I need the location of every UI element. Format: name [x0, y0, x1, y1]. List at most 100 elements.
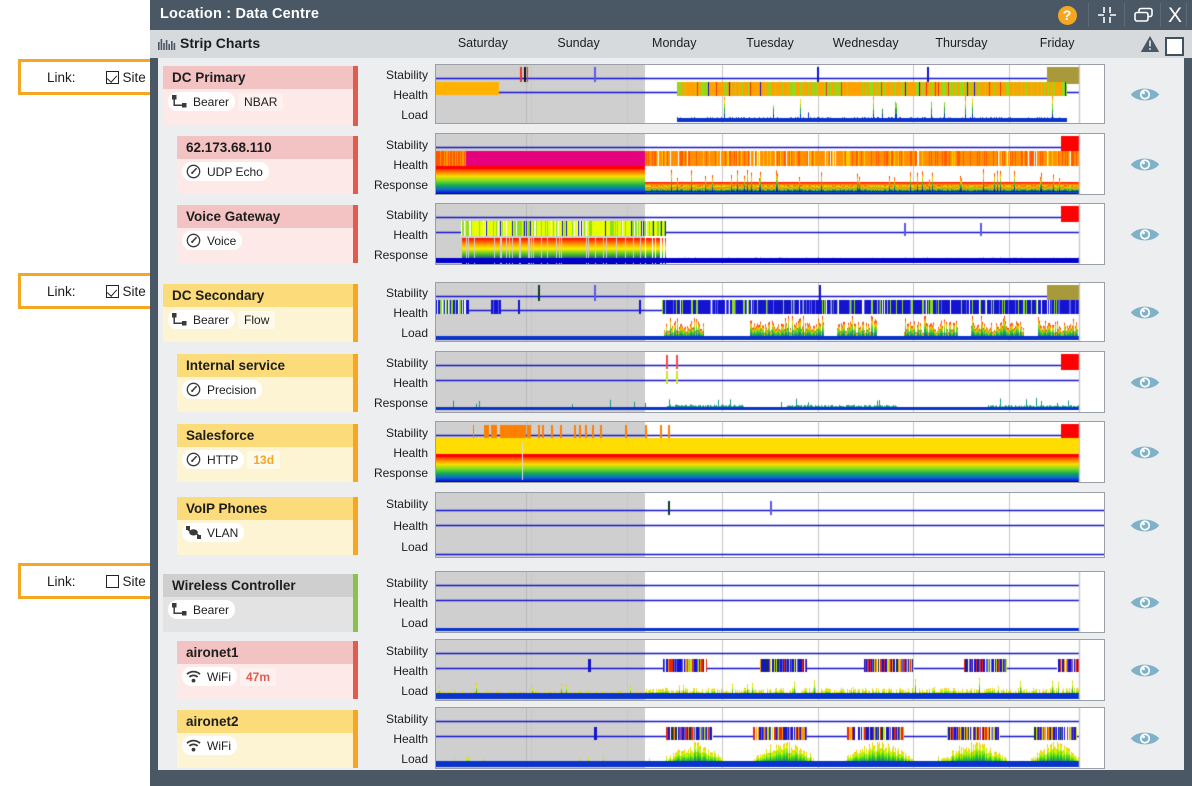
metric-label-stability: Stability — [353, 577, 428, 597]
row-tags: BearerNBAR — [163, 89, 353, 115]
row-name-cell[interactable]: SalesforceHTTP13d — [177, 424, 358, 482]
strip-chart-udp-echo[interactable] — [435, 133, 1105, 195]
visibility-eye-icon[interactable] — [1130, 374, 1160, 391]
visibility-eye-icon[interactable] — [1130, 156, 1160, 173]
row-title: aironet2 — [177, 710, 353, 733]
site-label: Site — [123, 70, 146, 85]
tag-voice[interactable]: Voice — [182, 231, 242, 250]
link-site-control-1[interactable]: Link:Site — [18, 59, 161, 95]
tag-bearer[interactable]: Bearer — [168, 92, 235, 111]
visibility-eye-icon[interactable] — [1130, 86, 1160, 103]
tag-wifi[interactable]: WiFi — [182, 736, 237, 755]
visibility-eye-icon[interactable] — [1130, 730, 1160, 747]
row-visibility-toggle[interactable] — [1130, 662, 1160, 684]
close-icon: X — [1168, 5, 1182, 26]
strip-chart-aironet1[interactable] — [435, 639, 1105, 701]
right-rail — [1184, 58, 1192, 786]
square-toggle-icon[interactable] — [1165, 37, 1184, 56]
strip-chart-row: DC PrimaryBearerNBARStabilityHealthLoad — [158, 66, 1184, 126]
link-site-control-2[interactable]: Link:Site — [18, 273, 161, 309]
tag-label: Bearer — [193, 603, 229, 617]
row-visibility-toggle[interactable] — [1130, 374, 1160, 396]
tag-47m[interactable]: 47m — [240, 668, 276, 686]
row-visibility-toggle[interactable] — [1130, 86, 1160, 108]
metric-labels: StabilityHealthLoad — [353, 69, 428, 128]
row-visibility-toggle[interactable] — [1130, 226, 1160, 248]
tag-nbar[interactable]: NBAR — [238, 93, 283, 111]
metric-label-health: Health — [353, 229, 428, 249]
row-name-cell[interactable]: 62.173.68.110 UDP Echo — [177, 136, 358, 194]
tag-bearer[interactable]: Bearer — [168, 310, 235, 329]
row-visibility-toggle[interactable] — [1130, 156, 1160, 178]
strip-chart-canvas — [436, 283, 1104, 341]
strip-chart-row: Internal servicePrecisionStabilityHealth… — [158, 354, 1184, 412]
left-rail — [150, 58, 158, 770]
metric-label-stability: Stability — [353, 713, 428, 733]
metric-labels: StabilityHealthResponse — [353, 427, 428, 488]
row-title: 62.173.68.110 — [177, 136, 353, 159]
row-name-cell[interactable]: DC SecondaryBearerFlow — [163, 284, 358, 342]
metric-labels: StabilityHealthResponse — [353, 139, 428, 200]
row-name-cell[interactable]: Internal servicePrecision — [177, 354, 358, 412]
tag-wifi[interactable]: WiFi — [182, 667, 237, 686]
row-visibility-toggle[interactable] — [1130, 444, 1160, 466]
close-button[interactable]: X — [1158, 2, 1192, 28]
tag-udp-echo[interactable]: UDP Echo — [182, 162, 269, 181]
visibility-eye-icon[interactable] — [1130, 517, 1160, 534]
restore-button[interactable] — [1126, 2, 1160, 28]
row-title: DC Primary — [163, 66, 353, 89]
visibility-eye-icon[interactable] — [1130, 304, 1160, 321]
site-checkbox[interactable] — [106, 285, 119, 298]
metric-label-health: Health — [353, 520, 428, 542]
site-checkbox[interactable] — [106, 71, 119, 84]
gauge-icon — [185, 233, 202, 248]
link-site-control-3[interactable]: Link:Site — [18, 563, 161, 599]
site-checkbox[interactable] — [106, 575, 119, 588]
tag-label: Flow — [244, 313, 269, 327]
row-name-cell[interactable]: DC PrimaryBearerNBAR — [163, 66, 358, 126]
strip-chart-dc-secondary[interactable] — [435, 282, 1105, 342]
strip-chart-voice[interactable] — [435, 203, 1105, 265]
gauge-icon — [185, 452, 202, 467]
metric-label-response: Response — [353, 397, 428, 417]
metric-labels: StabilityHealthLoad — [353, 498, 428, 563]
row-name-cell[interactable]: aironet2 WiFi — [177, 710, 358, 768]
visibility-eye-icon[interactable] — [1130, 662, 1160, 679]
tag-bearer[interactable]: Bearer — [168, 600, 235, 619]
metric-label-load: Load — [353, 617, 428, 637]
bearer-link-icon — [171, 94, 188, 109]
metric-label-health: Health — [353, 89, 428, 109]
row-visibility-toggle[interactable] — [1130, 594, 1160, 616]
tag-13d[interactable]: 13d — [247, 451, 280, 469]
row-name-cell[interactable]: Wireless Controller Bearer — [163, 574, 358, 632]
tag-precision[interactable]: Precision — [182, 380, 262, 399]
strip-chart-dc-primary[interactable] — [435, 64, 1105, 124]
row-name-cell[interactable]: VoIP PhonesVLAN — [177, 497, 358, 555]
tag-http[interactable]: HTTP — [182, 450, 244, 469]
visibility-eye-icon[interactable] — [1130, 226, 1160, 243]
metric-label-stability: Stability — [353, 645, 428, 665]
metric-label-load: Load — [353, 327, 428, 347]
strip-chart-row: aironet1WiFi47mStabilityHealthLoad — [158, 641, 1184, 699]
strip-chart-wireless-controller[interactable] — [435, 571, 1105, 633]
collapse-button[interactable] — [1090, 2, 1124, 28]
row-title: Wireless Controller — [163, 574, 353, 597]
strip-chart-aironet2[interactable] — [435, 707, 1105, 769]
tag-flow[interactable]: Flow — [238, 311, 275, 329]
strip-chart-internal-service[interactable] — [435, 351, 1105, 413]
help-button[interactable]: ? — [1050, 2, 1084, 28]
warning-triangle-icon[interactable] — [1140, 35, 1160, 53]
row-visibility-toggle[interactable] — [1130, 517, 1160, 539]
tag-label: Bearer — [193, 313, 229, 327]
strip-chart-voip-phones[interactable] — [435, 492, 1105, 558]
row-name-cell[interactable]: aironet1WiFi47m — [177, 641, 358, 699]
row-visibility-toggle[interactable] — [1130, 304, 1160, 326]
row-visibility-toggle[interactable] — [1130, 730, 1160, 752]
visibility-eye-icon[interactable] — [1130, 594, 1160, 611]
tag-vlan[interactable]: VLAN — [182, 523, 244, 542]
row-name-cell[interactable]: Voice GatewayVoice — [177, 205, 358, 263]
visibility-eye-icon[interactable] — [1130, 444, 1160, 461]
strip-chart-salesforce[interactable] — [435, 421, 1105, 483]
metric-label-stability: Stability — [353, 427, 428, 447]
row-tags: UDP Echo — [177, 159, 353, 185]
